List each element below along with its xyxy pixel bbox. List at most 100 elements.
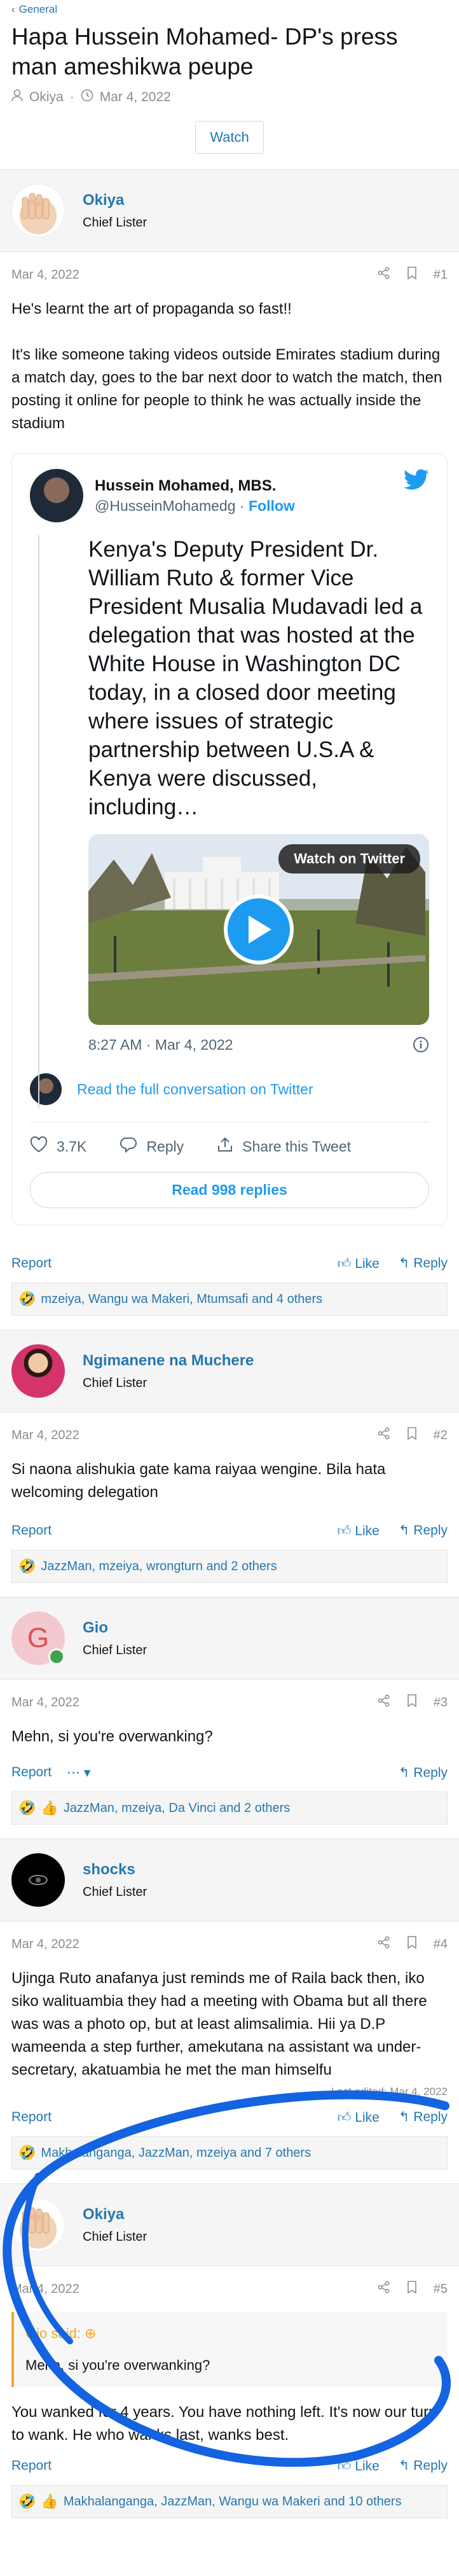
- report-link[interactable]: Report: [11, 1523, 51, 1538]
- username[interactable]: Okiya: [83, 191, 147, 209]
- share-icon[interactable]: [378, 1936, 390, 1953]
- post-number[interactable]: #5: [434, 2282, 448, 2297]
- report-link[interactable]: Report: [11, 2110, 51, 2125]
- like-button[interactable]: 👍︎ Like: [338, 1522, 380, 1539]
- share-icon[interactable]: [378, 267, 390, 283]
- report-link[interactable]: Report: [11, 1256, 51, 1271]
- thread-header: ‹ General Hapa Hussein Mohamed- DP's pre…: [0, 0, 459, 106]
- bookmark-icon[interactable]: [407, 2281, 417, 2297]
- reactions-bar[interactable]: 🤣 👍 Makhalanganga, JazzMan, Wangu wa Mak…: [11, 2485, 448, 2518]
- post-actions: Report 👍︎ Like ↰ Reply: [0, 1244, 459, 1283]
- post-number[interactable]: #1: [434, 268, 448, 282]
- reply-button[interactable]: ↰ Reply: [399, 1522, 448, 1539]
- post-body: Gio said: ⊕ Mehn, si you're overwanking?…: [0, 2312, 459, 2447]
- reactions-list[interactable]: JazzMan, mzeiya, Da Vinci and 2 others: [64, 1801, 290, 1816]
- post-date[interactable]: Mar 4, 2022: [11, 1695, 79, 1710]
- avatar[interactable]: [11, 184, 65, 237]
- post-user: Okiya Chief Lister: [0, 170, 459, 252]
- post-date[interactable]: Mar 4, 2022: [11, 1937, 79, 1952]
- read-conversation-row[interactable]: Read the full conversation on Twitter: [30, 1073, 429, 1105]
- follow-link[interactable]: Follow: [249, 498, 295, 514]
- tweet-handle[interactable]: @HusseinMohamedg: [95, 498, 236, 514]
- post-date[interactable]: Mar 4, 2022: [11, 268, 79, 282]
- reply-button[interactable]: ↰ Reply: [399, 2109, 448, 2126]
- clock-icon: [81, 89, 93, 106]
- post-number[interactable]: #2: [434, 1428, 448, 1443]
- like-button[interactable]: 👍︎ Like: [338, 1255, 380, 1272]
- avatar[interactable]: [11, 1344, 65, 1398]
- chevron-down-icon: ▾: [83, 1765, 91, 1780]
- tweet-author-name[interactable]: Hussein Mohamed, MBS.: [95, 477, 295, 495]
- read-replies-button[interactable]: Read 998 replies: [30, 1172, 429, 1208]
- username[interactable]: Okiya: [83, 2206, 147, 2224]
- play-icon[interactable]: [224, 895, 294, 964]
- post-number[interactable]: #4: [434, 1937, 448, 1952]
- tweet-like[interactable]: 3.7K: [30, 1136, 86, 1157]
- post-number[interactable]: #3: [434, 1695, 448, 1710]
- tweet-reply[interactable]: Reply: [120, 1136, 184, 1157]
- post-user: Ngimanene na Muchere Chief Lister: [0, 1330, 459, 1412]
- post-paragraph: It's like someone taking videos outside …: [11, 346, 442, 432]
- report-link[interactable]: Report: [11, 2458, 51, 2474]
- bookmark-icon[interactable]: [407, 1694, 417, 1711]
- like-button[interactable]: 👍︎ Like: [338, 2458, 380, 2474]
- tweet-share[interactable]: Share this Tweet: [217, 1136, 351, 1157]
- avatar[interactable]: G: [11, 1612, 65, 1665]
- tweet-header: Hussein Mohamed, MBS. @HusseinMohamedg ·…: [30, 469, 429, 522]
- tweet-time-row: 8:27 AM · Mar 4, 2022: [88, 1036, 429, 1057]
- bookmark-icon[interactable]: [407, 1427, 417, 1444]
- username[interactable]: shocks: [83, 1861, 147, 1879]
- report-link[interactable]: Report: [11, 1765, 51, 1781]
- breadcrumb[interactable]: ‹ General: [11, 0, 448, 18]
- reactions-list[interactable]: Makhalanganga, JazzMan, mzeiya and 7 oth…: [41, 2146, 311, 2161]
- reply-button[interactable]: ↰ Reply: [399, 2458, 448, 2474]
- watch-button[interactable]: Watch: [195, 121, 264, 154]
- read-conversation-link[interactable]: Read the full conversation on Twitter: [77, 1081, 313, 1098]
- reply-arrow-icon: ↰: [398, 1523, 410, 1538]
- quote-header[interactable]: Gio said: ⊕: [25, 2322, 436, 2345]
- thumbs-up-icon: 👍︎: [337, 1524, 352, 1538]
- reactions-bar[interactable]: 🤣 👍 JazzMan, mzeiya, Da Vinci and 2 othe…: [11, 1792, 448, 1825]
- avatar[interactable]: [11, 2198, 65, 2252]
- tweet-avatar[interactable]: [30, 469, 83, 522]
- thread-author[interactable]: Okiya: [29, 90, 64, 105]
- share-icon[interactable]: [378, 1427, 390, 1444]
- watch-bar: Watch: [0, 106, 459, 169]
- reactions-list[interactable]: JazzMan, mzeiya, wrongturn and 2 others: [41, 1559, 277, 1574]
- info-icon[interactable]: [413, 1036, 429, 1057]
- reply-button[interactable]: ↰ Reply: [399, 1765, 448, 1781]
- thread-date[interactable]: Mar 4, 2022: [100, 90, 171, 105]
- reactions-list[interactable]: Makhalanganga, JazzMan, Wangu wa Makeri …: [64, 2495, 402, 2509]
- tweet-timestamp[interactable]: 8:27 AM · Mar 4, 2022: [88, 1036, 233, 1057]
- reactions-bar[interactable]: 🤣 JazzMan, mzeiya, wrongturn and 2 other…: [11, 1550, 448, 1583]
- bookmark-icon[interactable]: [407, 267, 417, 283]
- breadcrumb-label[interactable]: General: [19, 3, 57, 16]
- tweet-text[interactable]: Kenya's Deputy President Dr. William Rut…: [88, 535, 429, 821]
- arrow-up-circle-icon[interactable]: ⊕: [85, 2325, 96, 2341]
- username[interactable]: Gio: [83, 1619, 147, 1637]
- post-actions: Report 👍︎ Like ↰ Reply: [0, 1512, 459, 1550]
- avatar[interactable]: [11, 1853, 65, 1907]
- username[interactable]: Ngimanene na Muchere: [83, 1352, 254, 1370]
- like-emoji-icon: 👍: [41, 1800, 58, 1816]
- more-options-button[interactable]: ⋯ ▾: [67, 1765, 90, 1781]
- post-date[interactable]: Mar 4, 2022: [11, 2282, 79, 2297]
- online-status-icon: [48, 1648, 65, 1665]
- reply-label: Reply: [146, 1138, 184, 1155]
- laughing-emoji-icon: 🤣: [18, 2145, 36, 2161]
- laughing-emoji-icon: 🤣: [18, 1291, 36, 1307]
- twitter-bird-icon[interactable]: [404, 469, 429, 494]
- like-button[interactable]: 👍︎ Like: [338, 2109, 380, 2126]
- share-icon[interactable]: [378, 1694, 390, 1711]
- tweet-video[interactable]: Watch on Twitter: [88, 834, 429, 1025]
- reactions-bar[interactable]: 🤣 Makhalanganga, JazzMan, mzeiya and 7 o…: [11, 2136, 448, 2169]
- like-emoji-icon: 👍: [41, 2493, 58, 2509]
- watch-on-twitter-button[interactable]: Watch on Twitter: [278, 844, 420, 874]
- bookmark-icon[interactable]: [407, 1936, 417, 1953]
- post-date[interactable]: Mar 4, 2022: [11, 1428, 79, 1443]
- reactions-list[interactable]: mzeiya, Wangu wa Makeri, Mtumsafi and 4 …: [41, 1292, 322, 1307]
- post: Okiya Chief Lister Mar 4, 2022 #1 He's l…: [0, 169, 459, 1316]
- reactions-bar[interactable]: 🤣 mzeiya, Wangu wa Makeri, Mtumsafi and …: [11, 1283, 448, 1316]
- share-icon[interactable]: [378, 2281, 390, 2297]
- reply-button[interactable]: ↰ Reply: [399, 1255, 448, 1272]
